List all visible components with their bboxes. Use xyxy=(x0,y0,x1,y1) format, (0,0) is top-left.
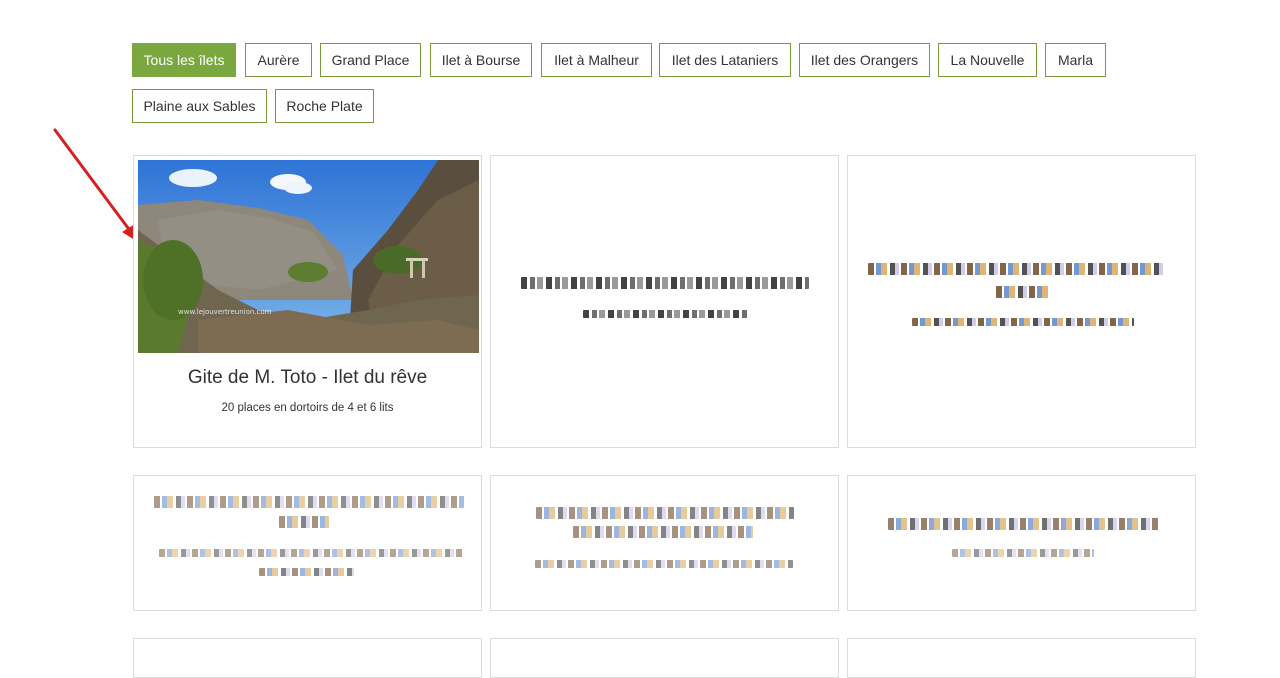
redacted-title xyxy=(868,263,1163,275)
redacted-subtitle xyxy=(583,310,749,318)
filter-aurere-button[interactable]: Aurère xyxy=(245,43,312,77)
redacted-title-cont xyxy=(996,286,1048,298)
redacted-subtitle xyxy=(535,560,793,568)
gite-card-partial[interactable] xyxy=(847,638,1196,678)
redacted-subtitle xyxy=(159,549,464,557)
gite-card-redacted[interactable] xyxy=(133,475,482,611)
gite-card-partial[interactable] xyxy=(133,638,482,678)
filter-roche-plate-button[interactable]: Roche Plate xyxy=(275,89,374,123)
filter-ilet-des-lataniers-button[interactable]: Ilet des Lataniers xyxy=(659,43,791,77)
redacted-title xyxy=(536,507,794,519)
gite-photo[interactable]: www.lejouvertreunion.com xyxy=(138,160,479,353)
redacted-subtitle xyxy=(912,318,1134,326)
red-arrow-icon xyxy=(53,128,138,242)
gite-card[interactable]: www.lejouvertreunion.com Gite de M. Toto… xyxy=(133,155,482,448)
filter-ilet-a-malheur-button[interactable]: Ilet à Malheur xyxy=(541,43,652,77)
redacted-title xyxy=(154,496,464,508)
redacted-title-cont xyxy=(573,526,753,538)
gite-card-redacted[interactable] xyxy=(847,475,1196,611)
gite-capacity: 20 places en dortoirs de 4 et 6 lits xyxy=(221,402,394,414)
gite-card-redacted[interactable] xyxy=(490,155,839,448)
photo-watermark: www.lejouvertreunion.com xyxy=(178,308,272,316)
redacted-subtitle-cont xyxy=(259,568,354,576)
gite-card-redacted[interactable] xyxy=(490,475,839,611)
redacted-title-cont xyxy=(279,516,329,528)
gite-card-redacted[interactable] xyxy=(847,155,1196,448)
filter-ilet-a-bourse-button[interactable]: Ilet à Bourse xyxy=(430,43,532,77)
redacted-title xyxy=(888,518,1160,530)
filter-marla-button[interactable]: Marla xyxy=(1045,43,1106,77)
filter-ilet-des-orangers-button[interactable]: Ilet des Orangers xyxy=(799,43,930,77)
redacted-subtitle xyxy=(952,549,1094,557)
gite-title[interactable]: Gite de M. Toto - Ilet du rêve xyxy=(134,367,481,389)
gite-card-partial[interactable] xyxy=(490,638,839,678)
filter-plaine-aux-sables-button[interactable]: Plaine aux Sables xyxy=(132,89,267,123)
filter-grand-place-button[interactable]: Grand Place xyxy=(320,43,421,77)
redacted-title xyxy=(521,277,809,289)
filter-la-nouvelle-button[interactable]: La Nouvelle xyxy=(938,43,1037,77)
